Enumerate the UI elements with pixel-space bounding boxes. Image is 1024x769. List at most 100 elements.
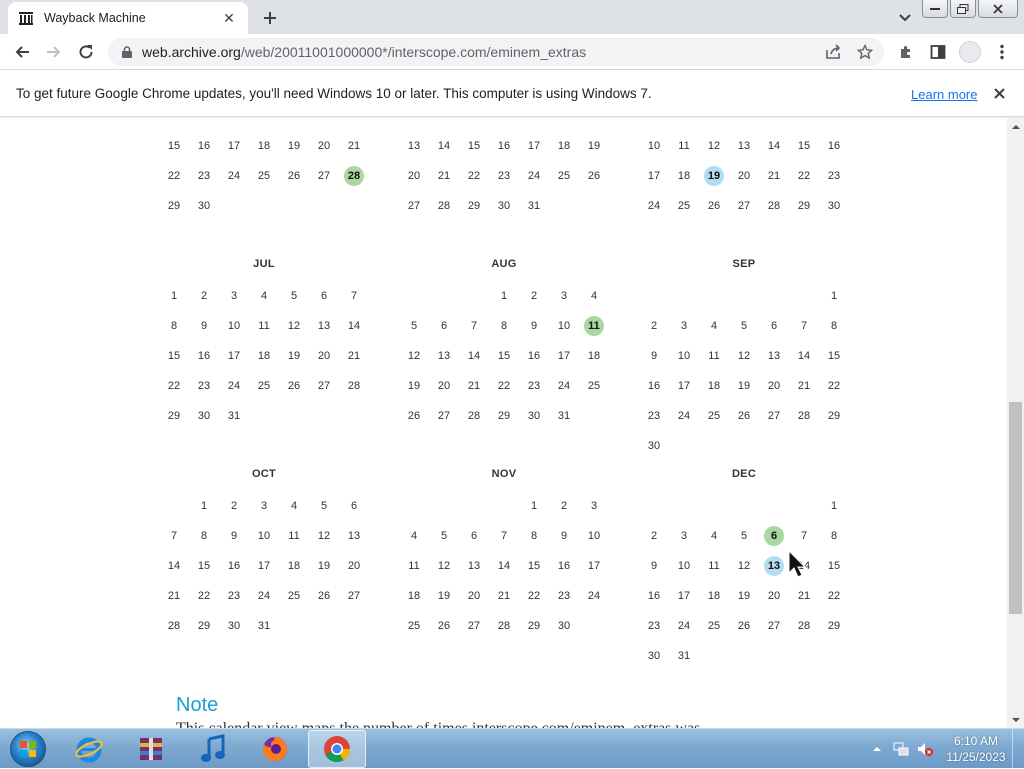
calendar-day: 4 bbox=[590, 290, 598, 302]
calendar-day: 19 bbox=[737, 380, 751, 392]
calendar-day: 3 bbox=[260, 500, 268, 512]
calendar-day: 23 bbox=[197, 170, 211, 182]
calendar-day: 19 bbox=[317, 560, 331, 572]
calendar-day: 17 bbox=[527, 140, 541, 152]
calendar-day: 22 bbox=[197, 590, 211, 602]
calendar-day: 15 bbox=[497, 350, 511, 362]
calendar-day-highlighted[interactable]: 19 bbox=[704, 166, 724, 186]
calendar-day: 29 bbox=[527, 620, 541, 632]
calendar-day: 19 bbox=[437, 590, 451, 602]
lock-icon[interactable] bbox=[120, 45, 134, 59]
calendar-day: 17 bbox=[647, 170, 661, 182]
calendar-day: 29 bbox=[827, 620, 841, 632]
calendar-day-highlighted[interactable]: 11 bbox=[584, 316, 604, 336]
scroll-down-arrow-icon[interactable] bbox=[1007, 711, 1024, 728]
window-close-button[interactable] bbox=[978, 0, 1018, 18]
calendar-day: 20 bbox=[317, 140, 331, 152]
learn-more-link[interactable]: Learn more bbox=[911, 87, 977, 102]
address-bar[interactable]: web.archive.org/web/20011001000000*/inte… bbox=[108, 38, 884, 66]
calendar-day: 27 bbox=[767, 620, 781, 632]
extensions-puzzle-icon[interactable] bbox=[894, 40, 918, 64]
show-hidden-icons-icon[interactable] bbox=[868, 740, 886, 758]
share-icon[interactable] bbox=[822, 41, 844, 63]
calendar-day: 19 bbox=[287, 140, 301, 152]
calendar-day: 6 bbox=[320, 290, 328, 302]
scrollbar-thumb[interactable] bbox=[1009, 402, 1022, 614]
month-name: SEP bbox=[732, 258, 756, 270]
calendar-day: 12 bbox=[317, 530, 331, 542]
url-path: /web/20011001000000*/interscope.com/emin… bbox=[240, 44, 587, 60]
calendar-day: 8 bbox=[830, 320, 838, 332]
calendar-day: 1 bbox=[500, 290, 508, 302]
tab-strip: Wayback Machine ✕ bbox=[0, 0, 1024, 34]
winrar-icon[interactable] bbox=[122, 730, 180, 768]
minimize-button[interactable] bbox=[922, 0, 948, 18]
calendar-day: 17 bbox=[557, 350, 571, 362]
calendar-day-highlighted[interactable]: 28 bbox=[344, 166, 364, 186]
vertical-scrollbar[interactable] bbox=[1007, 118, 1024, 728]
calendar-day: 15 bbox=[167, 140, 181, 152]
side-panel-icon[interactable] bbox=[926, 40, 950, 64]
calendar-day: 17 bbox=[227, 140, 241, 152]
calendar-day: 27 bbox=[467, 620, 481, 632]
calendar-day: 9 bbox=[650, 560, 658, 572]
calendar-day: 27 bbox=[317, 170, 331, 182]
menu-kebab-icon[interactable] bbox=[990, 40, 1014, 64]
calendar-day: 23 bbox=[227, 590, 241, 602]
network-icon[interactable] bbox=[892, 740, 910, 758]
calendar-day: 26 bbox=[407, 410, 421, 422]
tab-search-chevron-down-icon[interactable] bbox=[894, 8, 916, 28]
calendar-day: 16 bbox=[557, 560, 571, 572]
calendar-day: 19 bbox=[737, 590, 751, 602]
calendar-day: 23 bbox=[197, 380, 211, 392]
month-name: AUG bbox=[491, 258, 517, 270]
calendar-day: 20 bbox=[767, 590, 781, 602]
bookmark-star-icon[interactable] bbox=[854, 41, 876, 63]
internet-explorer-icon[interactable] bbox=[60, 730, 118, 768]
show-desktop-button[interactable] bbox=[1012, 729, 1024, 769]
calendar-day: 20 bbox=[467, 590, 481, 602]
volume-muted-icon[interactable] bbox=[916, 740, 934, 758]
calendar-day: 22 bbox=[467, 170, 481, 182]
calendar-day: 16 bbox=[197, 350, 211, 362]
calendar-day-highlighted[interactable]: 13 bbox=[764, 556, 784, 576]
calendar-day: 25 bbox=[257, 170, 271, 182]
infobar-close-icon[interactable] bbox=[990, 84, 1008, 102]
calendar-day: 14 bbox=[467, 350, 481, 362]
profile-avatar[interactable] bbox=[958, 40, 982, 64]
taskbar-clock[interactable]: 6:10 AM 11/25/2023 bbox=[940, 733, 1012, 765]
calendar-day: 22 bbox=[827, 590, 841, 602]
calendar-day: 13 bbox=[467, 560, 481, 572]
scroll-up-arrow-icon[interactable] bbox=[1007, 118, 1024, 135]
new-tab-button[interactable] bbox=[258, 6, 282, 30]
calendar-day: 5 bbox=[410, 320, 418, 332]
reload-icon[interactable] bbox=[74, 40, 98, 64]
calendar-day: 23 bbox=[497, 170, 511, 182]
calendar-day: 9 bbox=[560, 530, 568, 542]
month-name: OCT bbox=[251, 468, 277, 480]
restore-button[interactable] bbox=[950, 0, 976, 18]
start-button[interactable] bbox=[4, 729, 52, 769]
calendar-day: 18 bbox=[407, 590, 421, 602]
calendar-day: 29 bbox=[467, 200, 481, 212]
calendar-day: 20 bbox=[737, 170, 751, 182]
calendar-day: 17 bbox=[227, 350, 241, 362]
calendar-day: 14 bbox=[767, 140, 781, 152]
itunes-icon[interactable] bbox=[184, 730, 242, 768]
calendar-day: 24 bbox=[677, 620, 691, 632]
calendar-day: 21 bbox=[767, 170, 781, 182]
tab-close-icon[interactable]: ✕ bbox=[220, 9, 238, 27]
firefox-icon[interactable] bbox=[246, 730, 304, 768]
calendar-day: 28 bbox=[347, 380, 361, 392]
tab-wayback-machine[interactable]: Wayback Machine ✕ bbox=[8, 2, 248, 34]
forward-arrow-icon[interactable] bbox=[42, 40, 66, 64]
calendar-day: 7 bbox=[800, 320, 808, 332]
calendar-day: 10 bbox=[227, 320, 241, 332]
chrome-icon[interactable] bbox=[308, 730, 366, 768]
calendar-day: 20 bbox=[767, 380, 781, 392]
calendar-day: 14 bbox=[497, 560, 511, 572]
calendar-day: 11 bbox=[708, 560, 720, 572]
calendar-day: 7 bbox=[350, 290, 358, 302]
back-arrow-icon[interactable] bbox=[10, 40, 34, 64]
calendar-day-highlighted[interactable]: 6 bbox=[764, 526, 784, 546]
